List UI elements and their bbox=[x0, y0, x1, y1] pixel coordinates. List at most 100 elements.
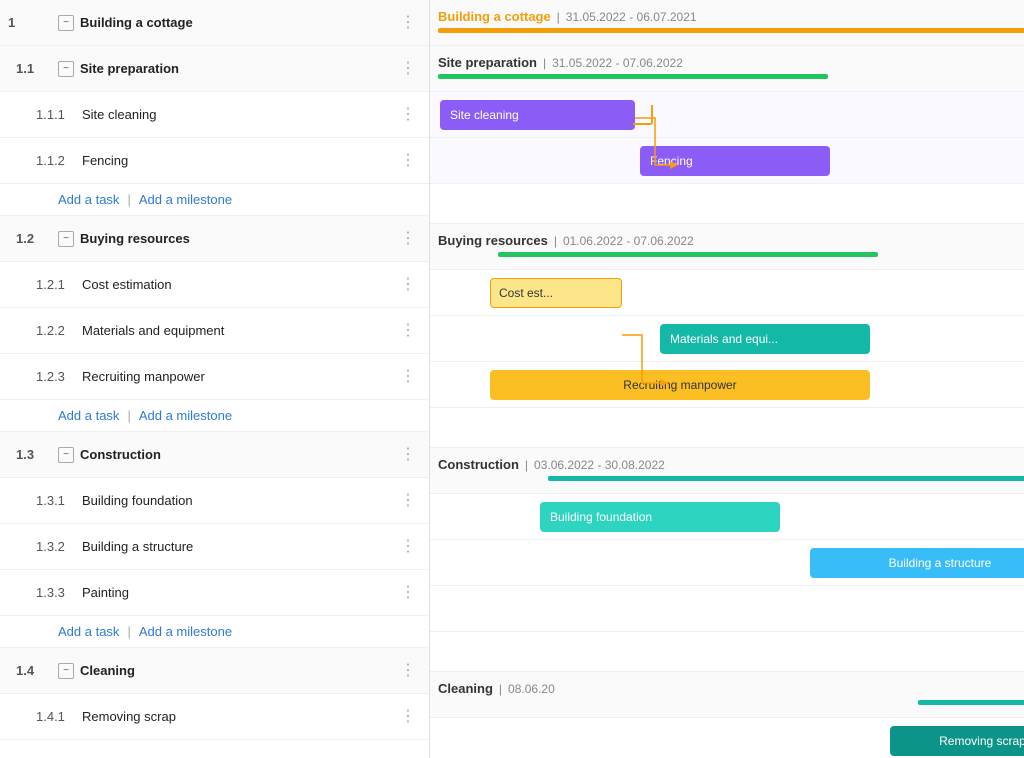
gantt-row-task: Fencing bbox=[430, 138, 1024, 184]
more-options-icon[interactable]: ⋮ bbox=[396, 319, 421, 343]
more-options-icon[interactable]: ⋮ bbox=[396, 57, 421, 81]
gantt-bar-fencing: Fencing bbox=[640, 146, 830, 176]
more-options-icon[interactable]: ⋮ bbox=[396, 103, 421, 127]
task-number: 1.2.1 bbox=[36, 277, 82, 292]
add-task-row: Add a task | Add a milestone bbox=[0, 184, 429, 216]
more-options-icon[interactable]: ⋮ bbox=[396, 273, 421, 297]
gantt-bar-site-cleaning: Site cleaning bbox=[440, 100, 635, 130]
gantt-row-sub-group: Buying resources | 01.06.2022 - 07.06.20… bbox=[430, 224, 1024, 270]
task-label: Removing scrap bbox=[82, 709, 396, 724]
gantt-group-label: Building a cottage bbox=[438, 9, 551, 24]
task-number: 1.1.2 bbox=[36, 153, 82, 168]
task-number: 1.3 bbox=[16, 447, 58, 462]
add-milestone-link[interactable]: Add a milestone bbox=[139, 624, 232, 639]
gantt-bar-building-structure: Building a structure bbox=[810, 548, 1024, 578]
gantt-date-range: 08.06.20 bbox=[508, 682, 555, 696]
gantt-bar-recruiting: Recruiting manpower bbox=[490, 370, 870, 400]
task-number: 1.3.2 bbox=[36, 539, 82, 554]
more-options-icon[interactable]: ⋮ bbox=[396, 659, 421, 683]
task-label: Site cleaning bbox=[82, 107, 396, 122]
gantt-row-task bbox=[430, 586, 1024, 632]
task-number: 1.1 bbox=[16, 61, 58, 76]
task-label: Construction bbox=[80, 447, 396, 462]
gantt-group-bar bbox=[498, 252, 878, 257]
gantt-row-task: Materials and equi... bbox=[430, 316, 1024, 362]
task-label: Buying resources bbox=[80, 231, 396, 246]
gantt-group-bar bbox=[438, 74, 828, 79]
more-options-icon[interactable]: ⋮ bbox=[396, 535, 421, 559]
more-options-icon[interactable]: ⋮ bbox=[396, 227, 421, 251]
dependency-connector bbox=[633, 105, 653, 125]
gantt-date-range: 31.05.2022 - 07.06.2022 bbox=[552, 56, 683, 70]
task-number: 1.3.1 bbox=[36, 493, 82, 508]
gantt-row-task: Site cleaning bbox=[430, 92, 1024, 138]
gantt-group-bar bbox=[548, 476, 1024, 481]
task-row: 1.2.1 Cost estimation ⋮ bbox=[0, 262, 429, 308]
collapse-button[interactable]: − bbox=[58, 231, 74, 247]
task-row: 1.4 − Cleaning ⋮ bbox=[0, 648, 429, 694]
more-options-icon[interactable]: ⋮ bbox=[396, 149, 421, 173]
task-row: 1.1.1 Site cleaning ⋮ bbox=[0, 92, 429, 138]
collapse-button[interactable]: − bbox=[58, 61, 74, 77]
gantt-row-main-group: Building a cottage | 31.05.2022 - 06.07.… bbox=[430, 0, 1024, 46]
task-row: 1.1 − Site preparation ⋮ bbox=[0, 46, 429, 92]
more-options-icon[interactable]: ⋮ bbox=[396, 11, 421, 35]
task-row: 1.3.2 Building a structure ⋮ bbox=[0, 524, 429, 570]
task-label: Building a cottage bbox=[80, 15, 396, 30]
collapse-button[interactable]: − bbox=[58, 15, 74, 31]
add-task-link[interactable]: Add a task bbox=[58, 192, 119, 207]
gantt-date-range: 03.06.2022 - 30.08.2022 bbox=[534, 458, 665, 472]
gantt-add-row bbox=[430, 408, 1024, 448]
task-number: 1.4.1 bbox=[36, 709, 82, 724]
gantt-bar-materials: Materials and equi... bbox=[660, 324, 870, 354]
task-row: 1.1.2 Fencing ⋮ bbox=[0, 138, 429, 184]
gantt-add-row bbox=[430, 632, 1024, 672]
task-number: 1.1.1 bbox=[36, 107, 82, 122]
app-container: 1 − Building a cottage ⋮ 1.1 − Site prep… bbox=[0, 0, 1024, 758]
more-options-icon[interactable]: ⋮ bbox=[396, 443, 421, 467]
collapse-button[interactable]: − bbox=[58, 447, 74, 463]
gantt-date-range: 31.05.2022 - 06.07.2021 bbox=[566, 10, 697, 24]
add-task-link[interactable]: Add a task bbox=[58, 624, 119, 639]
collapse-button[interactable]: − bbox=[58, 663, 74, 679]
gantt-group-label: Buying resources bbox=[438, 233, 548, 248]
gantt-group-bar bbox=[438, 28, 1024, 33]
gantt-group-label: Cleaning bbox=[438, 681, 493, 696]
gantt-bar-cost-estimation: Cost est... bbox=[490, 278, 622, 308]
task-label: Painting bbox=[82, 585, 396, 600]
task-row: 1.3.3 Painting ⋮ bbox=[0, 570, 429, 616]
more-options-icon[interactable]: ⋮ bbox=[396, 581, 421, 605]
task-label: Cost estimation bbox=[82, 277, 396, 292]
gantt-bar-building-foundation: Building foundation bbox=[540, 502, 780, 532]
gantt-rows: Building a cottage | 31.05.2022 - 06.07.… bbox=[430, 0, 1024, 758]
task-row: 1 − Building a cottage ⋮ bbox=[0, 0, 429, 46]
more-options-icon[interactable]: ⋮ bbox=[396, 705, 421, 729]
add-task-row: Add a task | Add a milestone bbox=[0, 400, 429, 432]
gantt-bar-removing-scrap: Removing scrap bbox=[890, 726, 1024, 756]
add-task-row: Add a task | Add a milestone bbox=[0, 616, 429, 648]
gantt-row-sub-group: Construction | 03.06.2022 - 30.08.2022 bbox=[430, 448, 1024, 494]
task-label: Building foundation bbox=[82, 493, 396, 508]
more-options-icon[interactable]: ⋮ bbox=[396, 489, 421, 513]
gantt-date-range: 01.06.2022 - 07.06.2022 bbox=[563, 234, 694, 248]
task-label: Site preparation bbox=[80, 61, 396, 76]
gantt-row-task: Building foundation bbox=[430, 494, 1024, 540]
gantt-row-task: Building a structure bbox=[430, 540, 1024, 586]
add-milestone-link[interactable]: Add a milestone bbox=[139, 408, 232, 423]
gantt-panel: Building a cottage | 31.05.2022 - 06.07.… bbox=[430, 0, 1024, 758]
task-number: 1.4 bbox=[16, 663, 58, 678]
task-number: 1 bbox=[8, 15, 58, 30]
add-milestone-link[interactable]: Add a milestone bbox=[139, 192, 232, 207]
more-options-icon[interactable]: ⋮ bbox=[396, 365, 421, 389]
task-number: 1.2.3 bbox=[36, 369, 82, 384]
gantt-date-separator: | bbox=[557, 10, 560, 24]
gantt-group-bar bbox=[918, 700, 1024, 705]
task-row: 1.2.2 Materials and equipment ⋮ bbox=[0, 308, 429, 354]
task-label: Building a structure bbox=[82, 539, 396, 554]
gantt-row-task: Cost est... bbox=[430, 270, 1024, 316]
add-task-link[interactable]: Add a task bbox=[58, 408, 119, 423]
task-number: 1.2.2 bbox=[36, 323, 82, 338]
task-row: 1.3.1 Building foundation ⋮ bbox=[0, 478, 429, 524]
gantt-group-label: Construction bbox=[438, 457, 519, 472]
task-row: 1.3 − Construction ⋮ bbox=[0, 432, 429, 478]
